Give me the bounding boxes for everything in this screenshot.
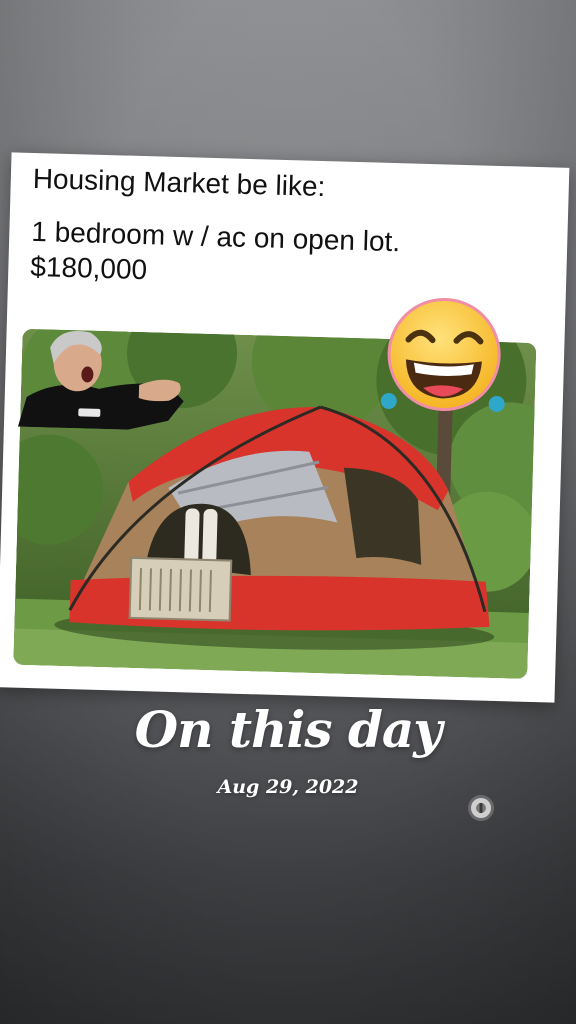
caption-line-1: Housing Market be like: <box>32 162 326 203</box>
memory-title: On this day <box>134 700 443 759</box>
laughing-tears-emoji-icon <box>380 297 505 412</box>
meme-card[interactable]: Housing Market be like: 1 bedroom w / ac… <box>0 152 570 703</box>
shocked-man-sticker <box>17 330 184 430</box>
door-lock-knob-icon <box>468 795 494 821</box>
meme-caption: Housing Market be like: 1 bedroom w / ac… <box>30 161 419 295</box>
